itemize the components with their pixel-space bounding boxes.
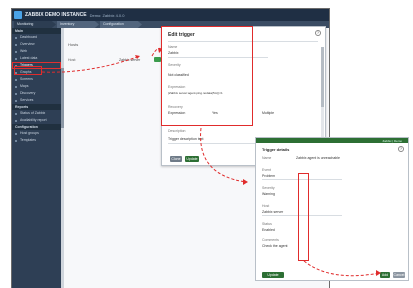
host-label: Host: — [68, 58, 77, 62]
field-value-name[interactable]: Zabbix agent is unreachable — [296, 156, 340, 160]
field-label-host: Host — [262, 204, 270, 208]
app-header: ZABBIX DEMO INSTANCE Demo: Zabbix 4.0.0 — [12, 9, 329, 21]
dialog2-header-text: Zabbix | Demo — [382, 138, 402, 143]
callout-triggers-highlight — [14, 66, 42, 75]
sidebar-item-screens[interactable]: Screens — [12, 76, 61, 83]
sidebar-item-templates[interactable]: Templates — [12, 137, 61, 144]
sidebar-item-services[interactable]: Services — [12, 97, 61, 104]
callout-dialog1-highlight — [161, 26, 253, 126]
dialog2-cancel-button[interactable]: Cancel — [393, 272, 405, 278]
dialog2-header: Zabbix | Demo — [256, 138, 408, 143]
field-value-host[interactable]: Zabbix server — [262, 210, 283, 214]
trigger-details-dialog: Zabbix | Demo Trigger details ? Name Zab… — [255, 137, 409, 281]
sidebar-item-host-groups[interactable]: Host groups — [12, 130, 61, 137]
app-title: ZABBIX DEMO INSTANCE — [25, 12, 87, 18]
input-underline — [168, 143, 268, 144]
sidebar-item-discovery[interactable]: Discovery — [12, 90, 61, 97]
clone-button[interactable]: Clone — [170, 156, 182, 162]
page-title: Hosts — [68, 42, 79, 47]
sidebar-item-availability[interactable]: Availability report — [12, 117, 61, 124]
app-subtitle: Demo: Zabbix 4.0.0 — [89, 12, 125, 18]
sidebar-item-web[interactable]: Web — [12, 48, 61, 55]
tab-inventory[interactable]: Inventory — [57, 21, 99, 28]
callout-dialog2-highlight — [298, 173, 309, 261]
sidebar-item-overview[interactable]: Overview — [12, 41, 61, 48]
dialog-scroll-thumb[interactable] — [321, 47, 324, 107]
field-value-status[interactable]: Enabled — [262, 228, 275, 232]
tab-configuration[interactable]: Configuration — [100, 21, 142, 28]
field-value-event[interactable]: Problem — [262, 174, 275, 178]
field-label-severity: Severity — [262, 186, 275, 190]
field-value-problem[interactable]: Multiple — [262, 111, 274, 115]
sidebar-item-status[interactable]: Status of Zabbix — [12, 110, 61, 117]
sidebar-item-latest-data[interactable]: Latest data — [12, 55, 61, 62]
field-label-event: Event — [262, 168, 271, 172]
field-label-name: Name — [262, 156, 272, 160]
help-icon[interactable]: ? — [315, 30, 321, 36]
zabbix-logo-icon[interactable] — [14, 11, 22, 19]
dialog2-title: Trigger details — [262, 147, 290, 152]
help-icon[interactable]: ? — [398, 146, 404, 152]
field-value-severity[interactable]: Warning — [262, 192, 275, 196]
field-label-comments: Comments — [262, 238, 279, 242]
dialog2-update-button[interactable]: Update — [262, 272, 284, 278]
field-value-description[interactable]: Trigger description text — [168, 137, 203, 141]
update-button[interactable]: Update — [185, 156, 199, 162]
edit-trigger-button[interactable] — [154, 57, 161, 62]
field-value-comments[interactable]: Check the agent — [262, 244, 288, 248]
sidebar-item-dashboard[interactable]: Dashboard — [12, 34, 61, 41]
dialog2-add-button[interactable]: Add — [380, 272, 390, 278]
sidebar-item-maps[interactable]: Maps — [12, 83, 61, 90]
field-label-status: Status — [262, 222, 272, 226]
tab-monitoring[interactable]: Monitoring — [14, 21, 56, 28]
host-value: Zabbix server — [119, 58, 141, 62]
field-label-description: Description — [168, 129, 186, 133]
